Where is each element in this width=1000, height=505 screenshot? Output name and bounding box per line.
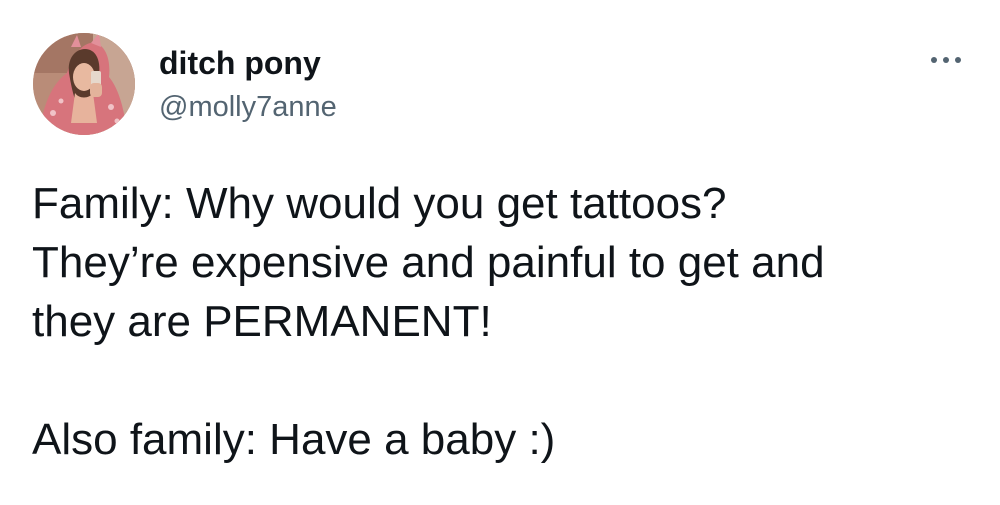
tweet-line: they are PERMANENT! <box>32 297 492 346</box>
tweet-reply-line: Also family: Have a baby :) <box>32 415 556 464</box>
user-handle[interactable]: @molly7anne <box>159 89 337 125</box>
tweet-text: Family: Why would you get tattoos? They’… <box>32 174 972 469</box>
tweet-card: ditch pony @molly7anne Family: Why would… <box>0 0 1000 505</box>
profile-photo-icon <box>33 33 135 135</box>
avatar[interactable] <box>33 33 135 135</box>
tweet-line: They’re expensive and painful to get and <box>32 238 825 287</box>
more-options-button[interactable] <box>925 45 967 75</box>
ellipsis-icon <box>931 57 961 63</box>
display-name[interactable]: ditch pony <box>159 44 321 82</box>
tweet-line: Family: Why would you get tattoos? <box>32 179 727 228</box>
